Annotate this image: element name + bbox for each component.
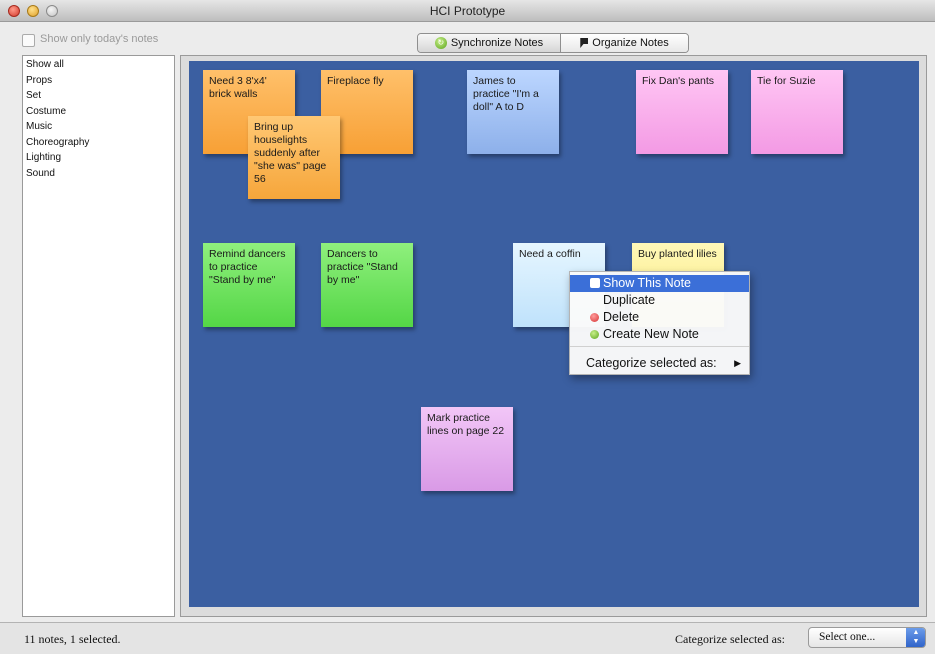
app-window: HCI Prototype Show only today's notes ↻ … [0, 0, 935, 654]
submenu-arrow-icon: ▶ [734, 358, 741, 368]
menu-item-delete-label: Delete [603, 310, 640, 324]
status-bar: 11 notes, 1 selected. Categorize selecte… [0, 622, 935, 654]
menu-item-categorize[interactable]: Categorize selected as: ▶ [570, 355, 749, 372]
sidebar-item-show-all[interactable]: Show all [23, 57, 174, 73]
menu-separator [570, 346, 749, 347]
note-icon [580, 38, 589, 48]
show-today-label: Show only today's notes [40, 33, 159, 45]
menu-item-duplicate-label: Duplicate [603, 293, 656, 307]
sync-icon: ↻ [434, 37, 447, 49]
category-list: Show all Props Set Costume Music Choreog… [23, 56, 174, 181]
organize-notes-label: Organize Notes [592, 37, 669, 49]
sticky-note[interactable]: Dancers to practice "Stand by me" [321, 243, 413, 327]
organize-notes-button[interactable]: Organize Notes [561, 34, 688, 52]
category-select[interactable]: Select one... ▲ ▼ [808, 627, 926, 648]
title-bar: HCI Prototype [0, 0, 935, 22]
menu-item-categorize-label: Categorize selected as: [586, 356, 717, 370]
sidebar-item-costume[interactable]: Costume [23, 104, 174, 120]
sticky-note[interactable]: Tie for Suzie [751, 70, 843, 154]
menu-item-duplicate[interactable]: Duplicate [570, 292, 749, 309]
select-arrows-icon: ▲ ▼ [906, 628, 925, 647]
sidebar-item-lighting[interactable]: Lighting [23, 150, 174, 166]
notes-count-status: 11 notes, 1 selected. [24, 632, 121, 646]
categorize-label: Categorize selected as: [675, 632, 785, 646]
delete-icon [590, 313, 599, 322]
sticky-note[interactable]: Bring up houselights suddenly after "she… [248, 116, 340, 199]
sidebar-item-set[interactable]: Set [23, 88, 174, 104]
menu-item-create-new-note[interactable]: Create New Note [570, 326, 749, 343]
menu-item-show-note-label: Show This Note [603, 276, 692, 290]
menu-item-create-new-label: Create New Note [603, 327, 699, 341]
window-title: HCI Prototype [429, 4, 506, 18]
sidebar-item-sound[interactable]: Sound [23, 166, 174, 182]
menu-item-delete[interactable]: Delete [570, 309, 749, 326]
note-icon [590, 278, 600, 288]
sticky-note[interactable]: Fix Dan's pants [636, 70, 728, 154]
menu-item-show-note[interactable]: Show This Note [570, 275, 749, 292]
synchronize-notes-label: Synchronize Notes [450, 37, 544, 49]
category-sidebar: Show all Props Set Costume Music Choreog… [22, 55, 175, 617]
sticky-note[interactable]: Mark practice lines on page 22 [421, 407, 513, 491]
note-context-menu: Show This Note Duplicate Delete Create N… [569, 271, 750, 375]
sticky-note[interactable]: Remind dancers to practice "Stand by me" [203, 243, 295, 327]
add-icon [590, 330, 599, 339]
sidebar-item-choreography[interactable]: Choreography [23, 135, 174, 151]
view-segmented-control: ↻ Synchronize Notes Organize Notes [417, 33, 689, 53]
sidebar-item-music[interactable]: Music [23, 119, 174, 135]
sidebar-item-props[interactable]: Props [23, 73, 174, 89]
synchronize-notes-button[interactable]: ↻ Synchronize Notes [418, 34, 561, 52]
category-select-value: Select one... [819, 631, 876, 643]
sticky-note[interactable]: James to practice "I'm a doll" A to D [467, 70, 559, 154]
show-today-checkbox[interactable] [22, 34, 35, 47]
